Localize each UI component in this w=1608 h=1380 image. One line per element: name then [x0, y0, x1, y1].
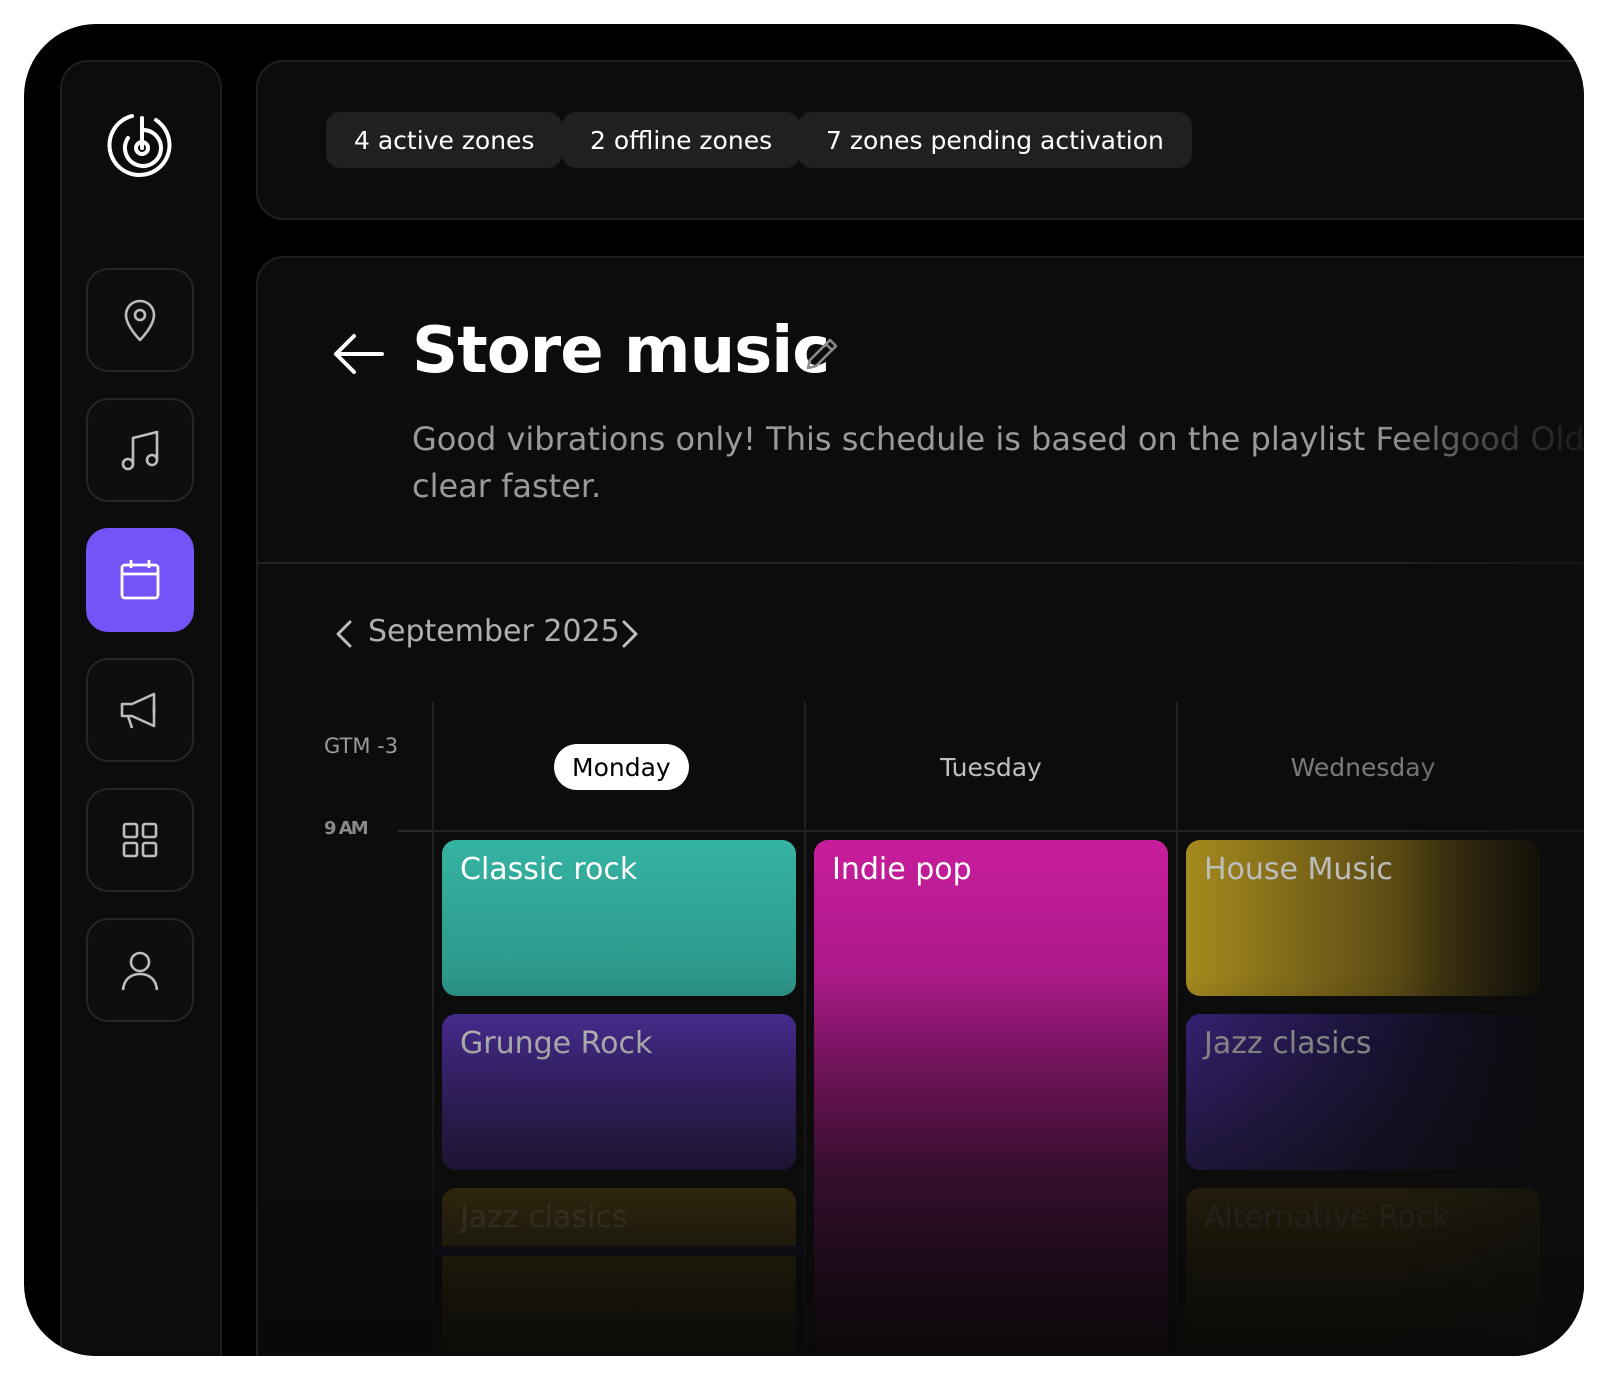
- back-arrow-icon[interactable]: [330, 330, 386, 378]
- schedule-panel: Store music Good vibrations only! This s…: [256, 256, 1584, 1356]
- event-jazz-clasics-wednesday[interactable]: Jazz clasics: [1186, 1014, 1540, 1170]
- page-title: Store music: [412, 314, 830, 388]
- time-slot-label: 9 AM: [324, 818, 369, 839]
- sidebar-item-apps[interactable]: [86, 788, 194, 892]
- section-divider: [258, 562, 1584, 564]
- day-header-monday[interactable]: Monday: [554, 744, 689, 790]
- event-indie-pop[interactable]: Indie pop: [814, 840, 1168, 1356]
- sidebar: [60, 60, 222, 1356]
- chevron-left-icon[interactable]: [332, 618, 356, 650]
- timezone-label: GTM -3: [324, 734, 399, 758]
- event-house-music[interactable]: House Music: [1186, 840, 1540, 996]
- zone-status-bar: 4 active zones 2 offline zones 7 zones p…: [256, 60, 1584, 220]
- sidebar-item-zones[interactable]: [86, 268, 194, 372]
- brand-logo[interactable]: [104, 108, 180, 184]
- event-grunge-rock[interactable]: Grunge Rock: [442, 1014, 796, 1170]
- current-time-indicator: [434, 1246, 806, 1256]
- megaphone-icon: [120, 692, 156, 729]
- sidebar-item-account[interactable]: [86, 918, 194, 1022]
- schedule-description: Good vibrations only! This schedule is b…: [412, 420, 1584, 505]
- active-zones-chip[interactable]: 4 active zones: [326, 112, 563, 168]
- edit-pencil-icon[interactable]: [802, 334, 842, 374]
- time-tick: [398, 830, 434, 832]
- music-note-icon: [121, 430, 159, 471]
- pending-zones-chip[interactable]: 7 zones pending activation: [798, 112, 1192, 168]
- location-pin-icon: [124, 299, 156, 342]
- offline-zones-chip[interactable]: 2 offline zones: [562, 112, 801, 168]
- month-label: September 2025: [368, 614, 620, 649]
- chevron-right-icon[interactable]: [618, 618, 642, 650]
- day-header-wednesday[interactable]: Wednesday: [1178, 744, 1548, 790]
- app-window: 4 active zones 2 offline zones 7 zones p…: [24, 24, 1584, 1356]
- user-icon: [121, 951, 159, 991]
- sidebar-item-schedule[interactable]: [86, 528, 194, 632]
- event-jazz-clasics-monday[interactable]: Jazz clasics: [442, 1188, 796, 1356]
- calendar-icon: [120, 560, 160, 600]
- sidebar-item-announcements[interactable]: [86, 658, 194, 762]
- event-classic-rock[interactable]: Classic rock: [442, 840, 796, 996]
- event-alternative-rock[interactable]: Alternative Rock: [1186, 1188, 1540, 1356]
- column-divider: [432, 702, 434, 1356]
- grid-icon: [122, 822, 158, 858]
- day-header-tuesday[interactable]: Tuesday: [806, 744, 1176, 790]
- column-divider: [804, 702, 806, 1356]
- column-divider: [1176, 702, 1178, 1356]
- sidebar-item-music[interactable]: [86, 398, 194, 502]
- header-row-divider: [434, 830, 1584, 832]
